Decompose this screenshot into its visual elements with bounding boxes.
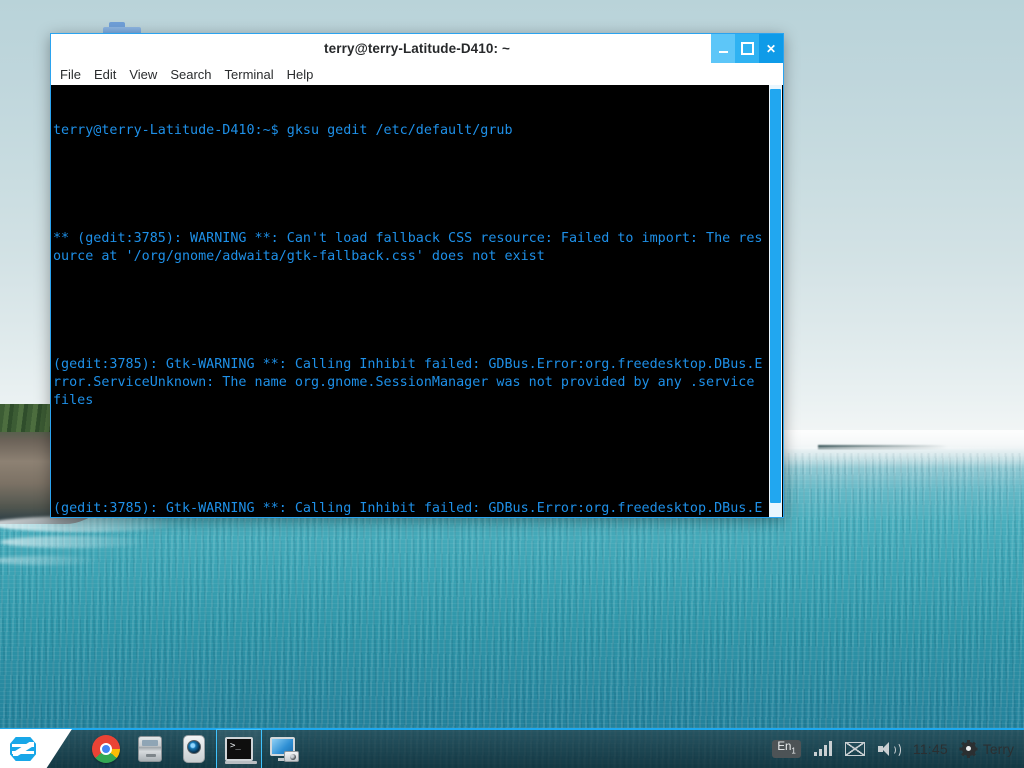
menu-item-search[interactable]: Search (170, 67, 211, 82)
keyboard-layout-index: 1 (791, 746, 795, 755)
terminal-window[interactable]: terry@terry-Latitude-D410: ~ ✕ File Edit… (50, 33, 784, 518)
launcher-chrome[interactable] (84, 729, 128, 768)
desktop[interactable]: terry@terry-Latitude-D410: ~ ✕ File Edit… (0, 0, 1024, 768)
menu-bar: File Edit View Search Terminal Help (50, 63, 784, 85)
volume-speaker-icon[interactable] (878, 741, 900, 757)
terminal-line: (gedit:3785): Gtk-WARNING **: Calling In… (53, 356, 767, 410)
launcher-area: >_ (84, 729, 306, 768)
network-signal-icon[interactable] (814, 741, 832, 756)
launcher-files[interactable] (128, 729, 172, 768)
maximize-icon (741, 42, 754, 55)
terminal-line (53, 176, 767, 194)
minimize-button[interactable] (711, 34, 735, 63)
window-controls: ✕ (711, 34, 783, 63)
terminal-output-area[interactable]: terry@terry-Latitude-D410:~$ gksu gedit … (50, 85, 784, 518)
terminal-line: terry@terry-Latitude-D410:~$ gksu gedit … (53, 122, 767, 140)
taskbar: >_ En1 (0, 728, 1024, 768)
terminal-prompt-glyph: >_ (230, 742, 241, 751)
terminal-line (53, 446, 767, 464)
window-titlebar[interactable]: terry@terry-Latitude-D410: ~ ✕ (50, 33, 784, 63)
chrome-icon (92, 735, 120, 763)
zorin-bar-bottom (12, 751, 34, 754)
menu-item-edit[interactable]: Edit (94, 67, 116, 82)
keyboard-layout-indicator[interactable]: En1 (772, 740, 801, 758)
terminal-line (53, 302, 767, 320)
file-manager-icon (138, 736, 162, 762)
username-label: Terry (983, 741, 1014, 757)
menu-item-view[interactable]: View (129, 67, 157, 82)
scrollbar-thumb[interactable] (770, 89, 781, 503)
terminal-line: ** (gedit:3785): WARNING **: Can't load … (53, 230, 767, 266)
terminal-text[interactable]: terry@terry-Latitude-D410:~$ gksu gedit … (53, 86, 767, 518)
user-menu[interactable]: Terry (961, 741, 1014, 757)
envelope-shape (845, 742, 865, 756)
screenshot-icon (270, 737, 298, 761)
start-menu-button[interactable] (0, 729, 72, 768)
keyboard-layout-label: En (777, 741, 791, 753)
gear-icon (961, 741, 977, 757)
launcher-webcam[interactable] (172, 729, 216, 768)
clock[interactable]: 11:45 (913, 741, 948, 757)
launcher-terminal[interactable]: >_ (216, 729, 262, 768)
system-tray: En1 11:45 (772, 740, 1024, 758)
zorin-logo-icon (10, 737, 36, 761)
menu-item-terminal[interactable]: Terminal (225, 67, 274, 82)
window-title: terry@terry-Latitude-D410: ~ (324, 41, 510, 56)
terminal-icon: >_ (225, 737, 253, 761)
launcher-screenshot[interactable] (262, 729, 306, 768)
webcam-icon (183, 735, 205, 763)
surf-foam (0, 536, 150, 548)
mail-envelope-icon[interactable] (845, 742, 865, 756)
terminal-scrollbar[interactable] (769, 85, 782, 517)
close-button[interactable]: ✕ (759, 34, 783, 63)
maximize-button[interactable] (735, 34, 759, 63)
terminal-line: (gedit:3785): Gtk-WARNING **: Calling In… (53, 500, 767, 518)
close-icon: ✕ (766, 43, 776, 55)
camera-shape (284, 751, 299, 762)
menu-item-help[interactable]: Help (287, 67, 314, 82)
speaker-shape (878, 741, 900, 757)
menu-item-file[interactable]: File (60, 67, 81, 82)
minimize-icon (719, 51, 728, 53)
signal-bars (814, 741, 832, 756)
